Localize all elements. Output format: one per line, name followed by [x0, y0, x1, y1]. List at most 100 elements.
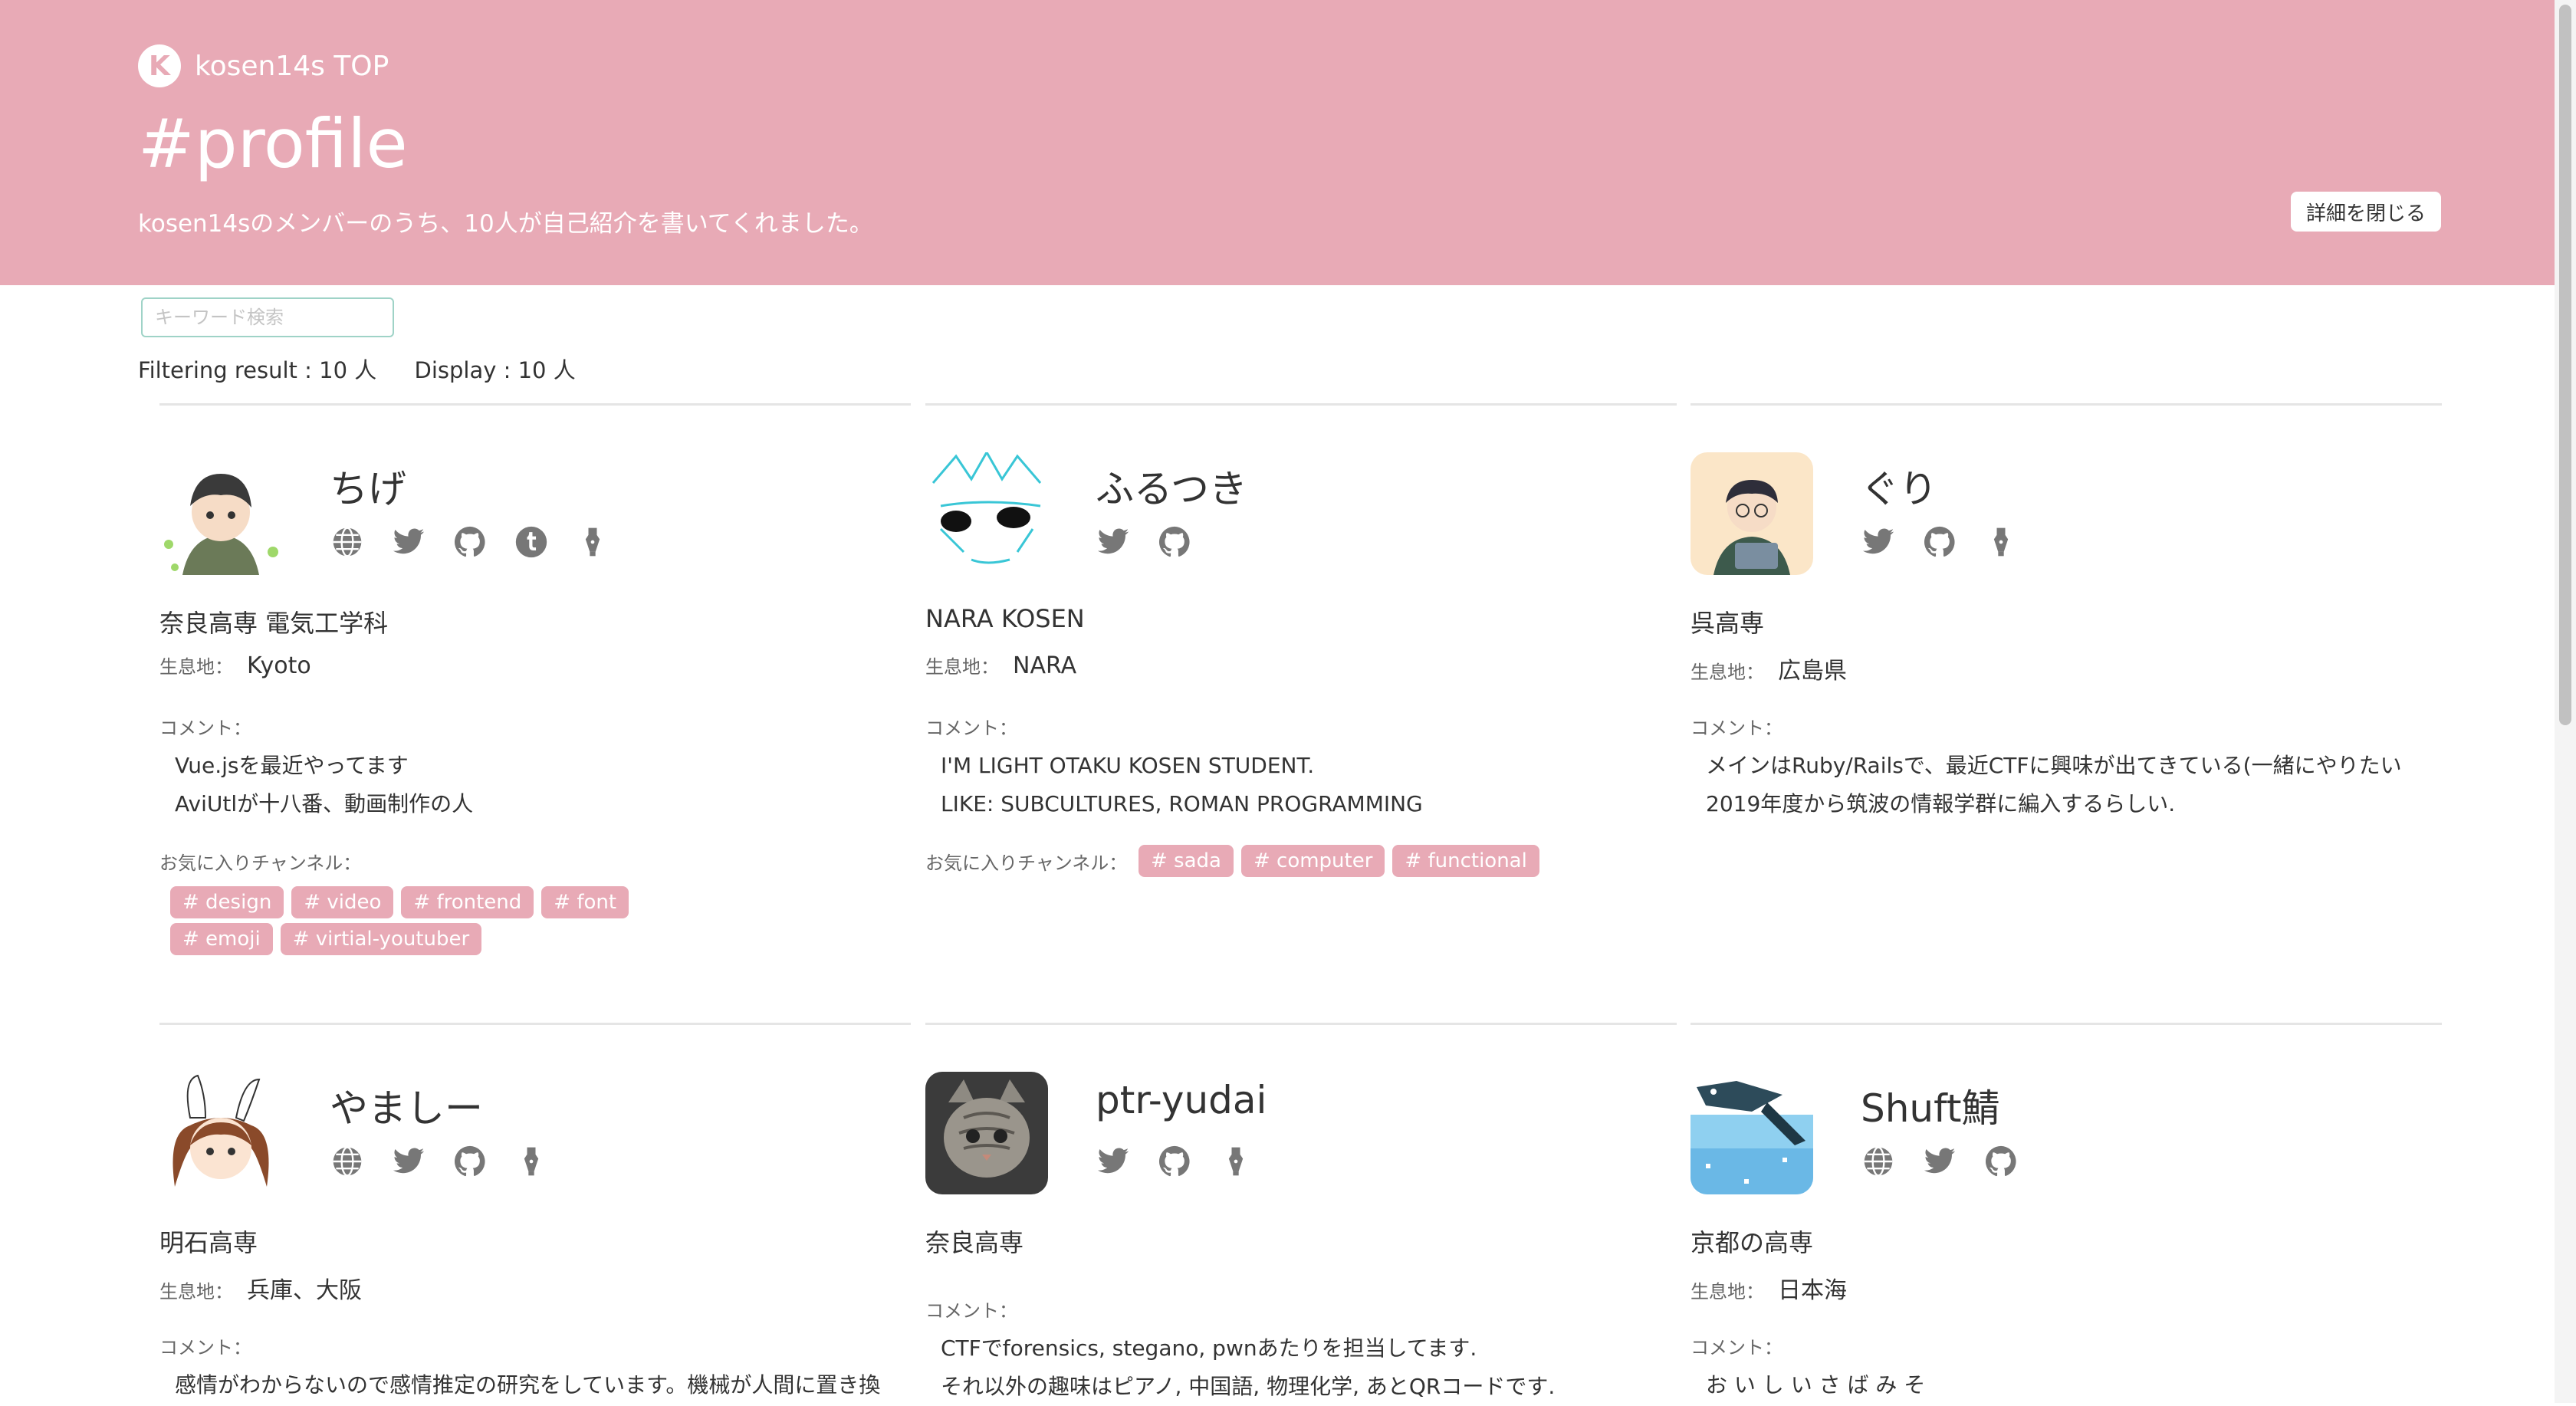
profile-links [330, 1144, 575, 1179]
collapse-details-button[interactable]: 詳細を閉じる [2291, 192, 2442, 232]
pen-icon[interactable] [514, 1144, 549, 1179]
brand-link[interactable]: K kosen14s TOP [138, 44, 389, 87]
profile-links [330, 524, 636, 560]
tumblr-icon[interactable] [514, 524, 549, 560]
profile-card: ぐり 呉高専 生息地： 広島県 コメント： メインはRuby/Railsで、最近… [1691, 403, 2442, 971]
channel-tag[interactable]: # design [170, 886, 284, 918]
habitat-value: NARA [1013, 652, 1077, 679]
habitat-label: 生息地： [1691, 1281, 1764, 1303]
card-divider [159, 403, 911, 406]
card-divider [925, 1023, 1677, 1025]
habitat-label: 生息地： [159, 1281, 233, 1303]
page-scrollbar[interactable] [2555, 0, 2576, 1403]
profile-links [1096, 524, 1218, 560]
habitat-label: 生息地： [159, 656, 233, 678]
card-divider [1691, 403, 2442, 406]
profile-school: 奈良高専 電気工学科 [159, 609, 389, 638]
github-icon[interactable] [1157, 524, 1192, 560]
profile-comment: 感情がわからないので感情推定の研究をしています。機械が人間に置き換 [175, 1366, 880, 1404]
profile-name: ptr-yudai [1096, 1078, 1267, 1122]
comment-line: メインはRuby/Railsで、最近CTFに興味が出てきている(一緒にやりたい [1706, 753, 2402, 778]
pen-icon[interactable] [1983, 524, 2019, 560]
habitat-value: Kyoto [247, 652, 311, 679]
habitat-value: 兵庫、大阪 [247, 1277, 362, 1304]
globe-icon[interactable] [330, 1144, 365, 1179]
github-icon[interactable] [452, 524, 488, 560]
profile-habitat: 生息地： 兵庫、大阪 [159, 1271, 362, 1305]
profile-school: 呉高専 [1691, 609, 1765, 638]
keyword-search-input[interactable] [141, 297, 394, 337]
comment-line: 2019年度から筑波の情報学群に編入するらしい. [1706, 791, 2176, 816]
comment-line: CTFでforensics, stegano, pwnあたりを担当してます. [941, 1335, 1477, 1361]
profile-habitat: 生息地： Kyoto [159, 652, 311, 679]
profile-name: Shuft鯖 [1861, 1086, 2000, 1131]
channel-tag[interactable]: # emoji [170, 923, 273, 955]
channel-tag[interactable]: # frontend [401, 886, 534, 918]
twitter-icon[interactable] [1922, 1144, 1957, 1179]
profile-habitat: 生息地： 日本海 [1691, 1271, 1847, 1305]
globe-icon[interactable] [330, 524, 365, 560]
comment-label: コメント： [159, 718, 251, 739]
comment-line: LIKE: SUBCULTURES, ROMAN PROGRAMMING [941, 791, 1423, 816]
profile-school: 奈良高専 [925, 1228, 1024, 1257]
channel-tag[interactable]: # sada [1138, 845, 1234, 877]
channel-tag[interactable]: # video [291, 886, 394, 918]
card-divider [1691, 1023, 2442, 1025]
channel-tag[interactable]: # computer [1240, 845, 1385, 877]
comment-label: コメント： [159, 1337, 251, 1358]
profile-links [1861, 1144, 2045, 1179]
pen-icon[interactable] [1218, 1144, 1254, 1179]
twitter-icon[interactable] [1861, 524, 1896, 560]
twitter-icon[interactable] [1096, 524, 1131, 560]
profile-card: ptr-yudai 奈良高専 コメント： CTFでforensics, steg… [925, 1023, 1677, 1403]
profile-comment: CTFでforensics, stegano, pwnあたりを担当してます. そ… [941, 1329, 1555, 1406]
comment-label: コメント： [1691, 718, 1783, 739]
profile-card: ちげ 奈良高専 電気工学科 生息地： Kyoto コメント： Vue.jsを最近… [159, 403, 911, 971]
comment-line: 感情がわからないので感情推定の研究をしています。機械が人間に置き換 [175, 1372, 881, 1398]
brand-text: kosen14s TOP [195, 50, 389, 82]
profile-comment: お い し い さ ば み そ [1706, 1366, 1925, 1404]
page-subtitle: kosen14sのメンバーのうち、10人が自己紹介を書いてくれました。 [138, 210, 873, 238]
profile-habitat: 生息地： NARA [925, 652, 1076, 679]
comment-label: コメント： [925, 1300, 1017, 1322]
kosen14s-logo-icon: K [138, 44, 181, 87]
profile-habitat: 生息地： 広島県 [1691, 652, 1847, 685]
avatar [159, 452, 282, 575]
channel-tag[interactable]: # functional [1392, 845, 1539, 877]
favorite-channels: # sada # computer # functional [1138, 845, 1675, 882]
globe-icon[interactable] [1861, 1144, 1896, 1179]
github-icon[interactable] [1922, 524, 1957, 560]
profile-name: ふるつき [1096, 467, 1247, 511]
avatar [925, 452, 1048, 575]
habitat-value: 広島県 [1778, 658, 1847, 685]
habitat-value: 日本海 [1778, 1277, 1847, 1304]
github-icon[interactable] [1157, 1144, 1192, 1179]
habitat-label: 生息地： [925, 656, 999, 678]
twitter-icon[interactable] [391, 1144, 426, 1179]
channel-tag[interactable]: # font [541, 886, 629, 918]
comment-line: それ以外の趣味はピアノ, 中国語, 物理化学, あとQRコードです. [941, 1374, 1556, 1399]
comment-line: お い し い さ ば み そ [1706, 1372, 1926, 1398]
comment-line: Vue.jsを最近やってます [175, 753, 409, 778]
channel-tag[interactable]: # virtial-youtuber [280, 923, 482, 955]
twitter-icon[interactable] [1096, 1144, 1131, 1179]
profile-card: やましー 明石高専 生息地： 兵庫、大阪 コメント： 感情がわからないので感情推… [159, 1023, 911, 1403]
profile-comment: I'M LIGHT OTAKU KOSEN STUDENT. LIKE: SUB… [941, 747, 1423, 823]
github-icon[interactable] [1983, 1144, 2019, 1179]
header-banner: K kosen14s TOP #profile kosen14sのメンバーのうち… [0, 0, 2555, 285]
twitter-icon[interactable] [391, 524, 426, 560]
profile-school: NARA KOSEN [925, 604, 1085, 633]
profile-name: やましー [330, 1086, 483, 1131]
comment-line: AviUtlが十八番、動画制作の人 [175, 791, 474, 816]
filtering-result: Filtering result : 10 人 [138, 357, 377, 383]
pen-icon[interactable] [575, 524, 610, 560]
comment-line: I'M LIGHT OTAKU KOSEN STUDENT. [941, 753, 1315, 778]
profile-links [1096, 1144, 1280, 1179]
profile-links [1861, 524, 2045, 560]
scrollbar-thumb[interactable] [2559, 5, 2571, 725]
display-count: Display : 10 人 [414, 357, 576, 383]
avatar [925, 1072, 1048, 1194]
avatar [1691, 452, 1813, 575]
github-icon[interactable] [452, 1144, 488, 1179]
profile-school: 京都の高専 [1691, 1228, 1814, 1257]
